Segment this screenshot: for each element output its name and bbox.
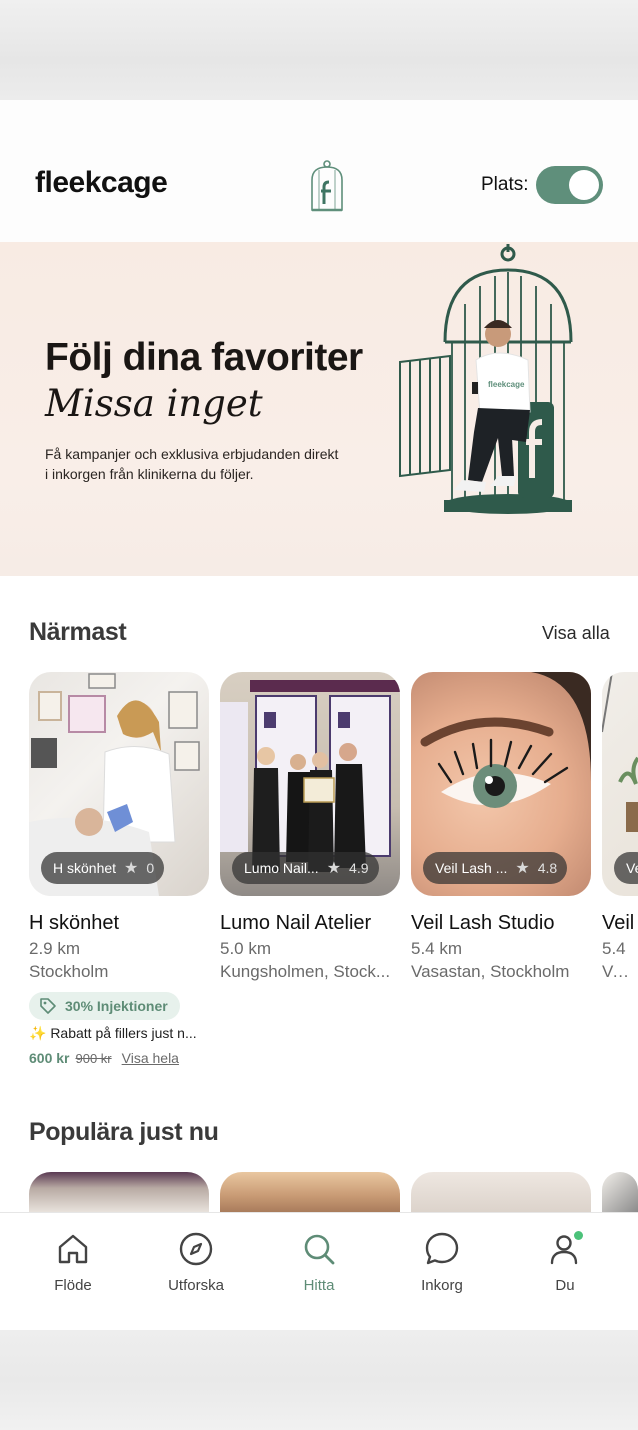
promo-price-row: 600 kr 900 kr Visa hela (29, 1050, 179, 1066)
hero-title: Följ dina favoriter (45, 336, 363, 379)
card-location: Vasastan, Stockholm (411, 962, 570, 981)
nav-item-utforska[interactable]: Utforska (146, 1231, 246, 1294)
blurred-top-area (0, 0, 638, 100)
promo-badge[interactable]: 30% Injektioner (29, 992, 180, 1020)
card-location: Vasa (602, 962, 638, 981)
promo-price-new: 600 kr (29, 1050, 70, 1066)
star-icon: ★ (515, 860, 530, 877)
toggle-knob (569, 170, 599, 200)
card-pill-name: Lumo Nail... (244, 860, 319, 876)
nav-label: Flöde (54, 1277, 92, 1294)
promo-price-old: 900 kr (75, 1051, 112, 1066)
card-distance: 5.4 km (411, 939, 463, 958)
star-icon: ★ (124, 860, 139, 877)
bottom-navigation: Flöde Utforska Hitta Inkorg Du (0, 1212, 638, 1330)
clinic-card[interactable]: Veil Lash ... ★ 4.8 Veil Lash Studio 5.4… (411, 672, 591, 982)
card-distance: 5.4 (602, 939, 626, 958)
blurred-bottom-area (0, 1330, 638, 1430)
clinic-card[interactable]: Ve Veil 5.4 Vasa (602, 672, 638, 982)
card-rating-pill: H skönhet ★ 0 (41, 852, 165, 884)
card-name: Lumo Nail Atelier (220, 912, 372, 934)
app-screen: fleekcage Plats: Följ dina favoriter Mis… (0, 100, 638, 1330)
app-header: fleekcage Plats: (0, 100, 638, 242)
card-location: Kungsholmen, Stock... (220, 962, 391, 981)
home-icon (58, 1234, 88, 1264)
card-pill-name: H skönhet (53, 860, 117, 876)
birdcage-illustration: fleekcage (399, 244, 573, 514)
star-icon: ★ (326, 860, 342, 877)
card-distance: 5.0 km (220, 939, 272, 958)
nav-label: Hitta (303, 1277, 335, 1294)
shirt-logo-text: fleekcage (488, 380, 525, 389)
card-rating: 4.8 (537, 860, 558, 876)
card-distance: 2.9 km (29, 939, 81, 958)
card-name: H skönhet (29, 912, 120, 934)
card-name: Veil Lash Studio (411, 912, 555, 934)
nav-label: Utforska (168, 1277, 224, 1294)
promo-badge-label: 30% Injektioner (65, 998, 168, 1014)
nav-item-inkorg[interactable]: Inkorg (392, 1231, 492, 1294)
popular-card[interactable] (29, 1172, 209, 1212)
clinic-card[interactable]: Lumo Nail... ★ 4.9 Lumo Nail Atelier 5.0… (220, 672, 400, 982)
clinic-card-image: H skönhet ★ 0 (29, 672, 209, 896)
nav-item-hitta[interactable]: Hitta (269, 1231, 369, 1294)
birdcage-logo-icon (311, 160, 343, 212)
clinic-card-image: Lumo Nail... ★ 4.9 (220, 672, 400, 896)
compass-icon (179, 1232, 213, 1266)
popular-card[interactable] (220, 1172, 400, 1212)
nav-item-flode[interactable]: Flöde (23, 1231, 123, 1294)
app-logo[interactable]: fleekcage (35, 166, 168, 200)
nav-label: Inkorg (421, 1277, 463, 1294)
nav-item-du[interactable]: Du (515, 1231, 615, 1294)
card-rating-pill: Veil Lash ... ★ 4.8 (423, 852, 568, 884)
card-rating: 0 (146, 860, 155, 876)
card-pill-name: Veil Lash ... (435, 860, 508, 876)
tag-icon (40, 998, 56, 1014)
card-rating-pill: Ve (614, 852, 638, 884)
nav-label: Du (555, 1277, 575, 1294)
popular-card[interactable] (411, 1172, 591, 1212)
hero-banner[interactable]: Följ dina favoriter Missa inget Få kampa… (0, 242, 638, 576)
clinic-card-image: Ve (602, 672, 638, 896)
location-toggle[interactable] (536, 166, 603, 204)
card-pill-name: Ve (626, 860, 638, 876)
notification-dot (574, 1231, 583, 1240)
popular-section-title: Populära just nu (29, 1118, 219, 1146)
popular-card[interactable] (602, 1172, 638, 1212)
location-label: Plats: (481, 174, 529, 195)
card-rating-pill: Lumo Nail... ★ 4.9 (232, 852, 379, 884)
promo-text: ✨ Rabatt på fillers just n... (29, 1025, 197, 1041)
card-name: Veil (602, 912, 635, 934)
clinic-card[interactable]: H skönhet ★ 0 H skönhet 2.9 km Stockholm (29, 672, 209, 982)
nearest-see-all-link[interactable]: Visa alla (542, 623, 610, 644)
chat-icon (425, 1232, 459, 1265)
clinic-card-image: Veil Lash ... ★ 4.8 (411, 672, 591, 896)
card-location: Stockholm (29, 962, 109, 981)
promo-show-full-link[interactable]: Visa hela (122, 1050, 179, 1066)
card-rating: 4.9 (349, 860, 369, 876)
hero-description: Få kampanjer och exklusiva erbjudanden d… (45, 446, 339, 482)
nearest-section-title: Närmast (29, 618, 127, 646)
hero-subtitle: Missa inget (45, 382, 263, 425)
search-icon (304, 1234, 335, 1265)
